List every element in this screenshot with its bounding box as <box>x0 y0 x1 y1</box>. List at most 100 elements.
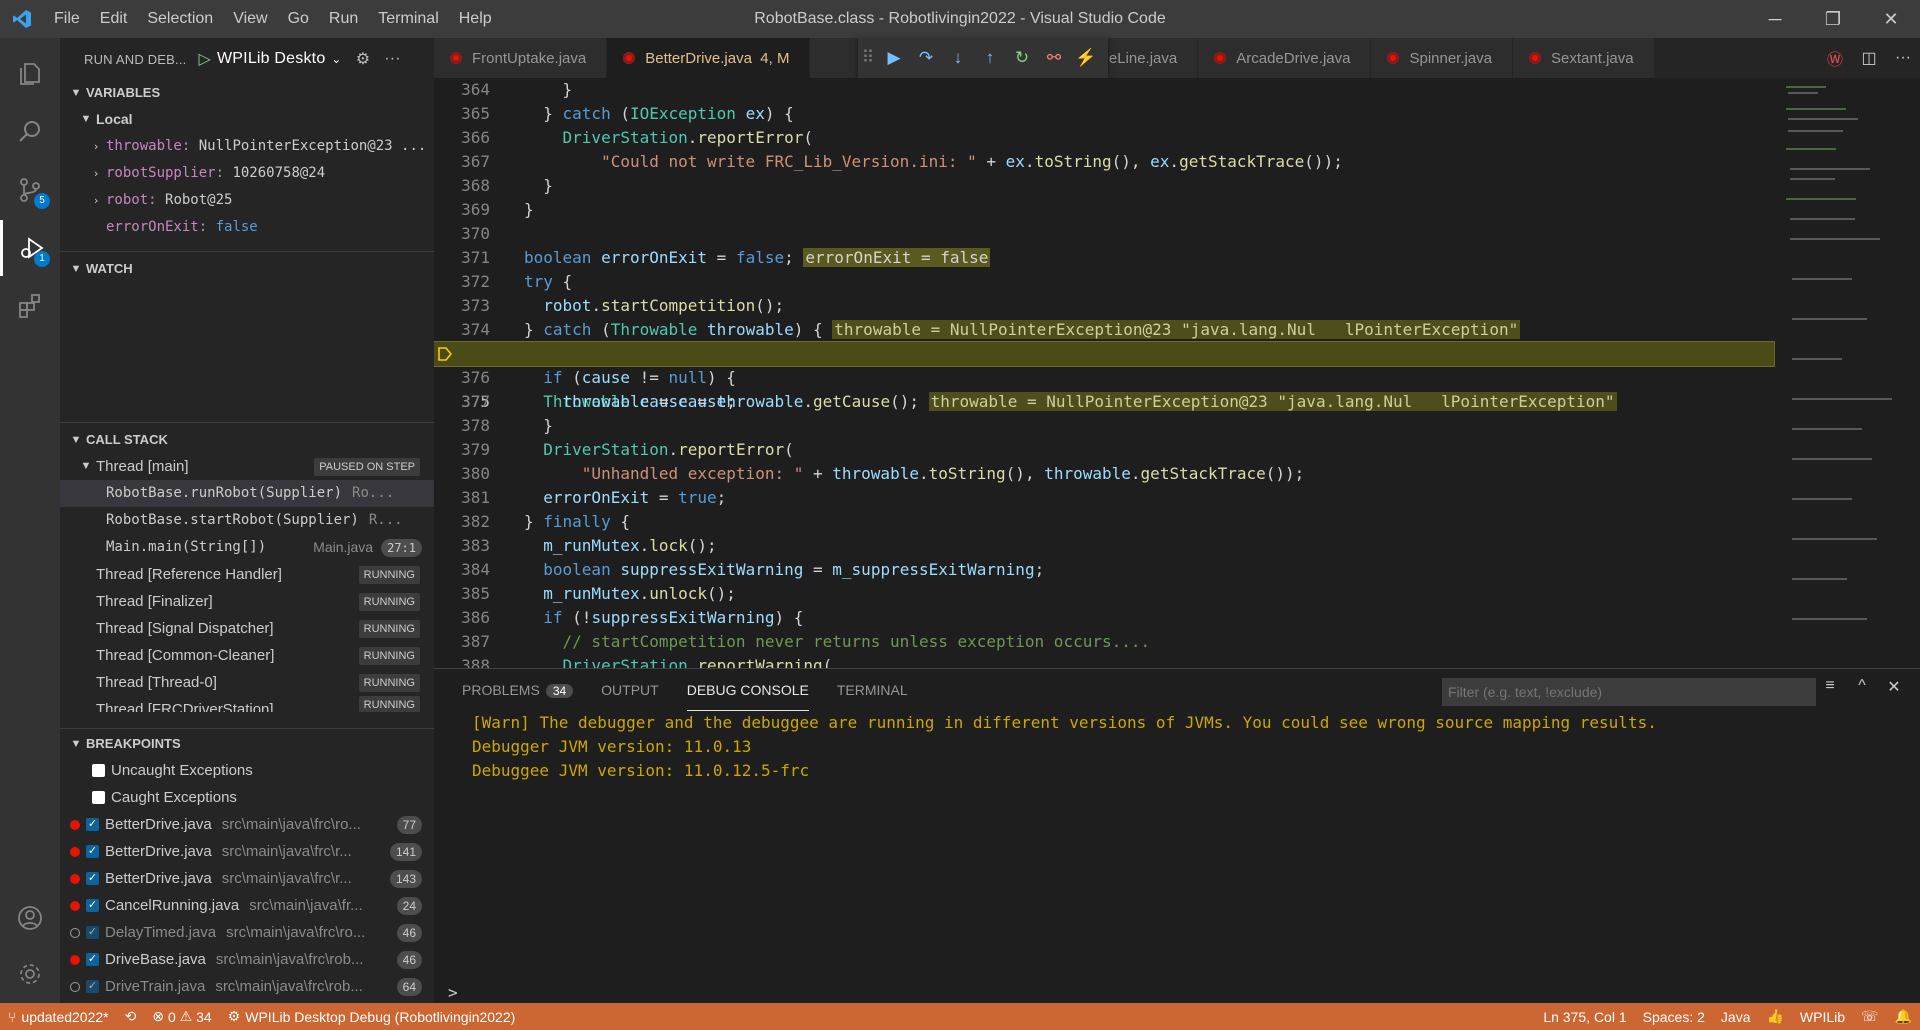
drag-handle-icon[interactable]: ⠿ <box>858 48 878 68</box>
menu-view[interactable]: View <box>223 10 277 28</box>
breakpoint-item[interactable]: ✓ BetterDrive.java src\main\java\frc\r... 1… <box>60 838 434 865</box>
feedback-icon[interactable]: 👍 <box>1766 1008 1783 1025</box>
console-prompt[interactable]: > <box>448 983 458 1002</box>
start-debug-icon[interactable]: ▷ <box>198 49 211 69</box>
variable-robot[interactable]: › robot: Robot@25 <box>60 187 434 214</box>
stack-frame[interactable]: Main.main(String[]) Main.java 27:1 <box>60 534 434 561</box>
checkbox[interactable]: ✓ <box>86 872 99 885</box>
cursor-position[interactable]: Ln 375, Col 1 <box>1543 1008 1626 1025</box>
thread-item[interactable]: Thread [Common-Cleaner] RUNNING <box>60 642 434 669</box>
breakpoints-header[interactable]: ▼ BREAKPOINTS <box>60 731 434 757</box>
gear-icon[interactable]: ⚙ <box>356 49 371 69</box>
breakpoint-item[interactable]: ✓ DelayTimed.java src\main\java\frc\ro... 4… <box>60 919 434 946</box>
source-control-icon[interactable]: 5 <box>0 162 60 218</box>
chevron-right-icon: › <box>92 140 100 153</box>
accounts-icon[interactable]: ☏ <box>1861 1008 1879 1025</box>
indentation[interactable]: Spaces: 2 <box>1643 1008 1705 1025</box>
menu-help[interactable]: Help <box>449 10 502 28</box>
tab-arcadedrive[interactable]: ArcadeDrive.java <box>1198 38 1372 78</box>
hot-code-replace-icon[interactable]: ⚡ <box>1070 48 1102 68</box>
menu-terminal[interactable]: Terminal <box>368 10 448 28</box>
explorer-icon[interactable] <box>0 46 60 102</box>
watch-header[interactable]: ▼ WATCH <box>60 256 434 282</box>
checkbox[interactable]: ✓ <box>86 899 99 912</box>
close-button[interactable]: ✕ <box>1862 0 1920 38</box>
notifications-bell-icon[interactable]: 🔔 <box>1895 1008 1912 1025</box>
menu-edit[interactable]: Edit <box>90 10 138 28</box>
tab-output[interactable]: OUTPUT <box>601 669 659 711</box>
checkbox[interactable] <box>92 764 105 777</box>
minimap[interactable] <box>1780 78 1904 668</box>
caught-exceptions-toggle[interactable]: Caught Exceptions <box>60 784 434 811</box>
menu-file[interactable]: File <box>44 10 90 28</box>
account-icon[interactable] <box>0 890 60 946</box>
close-panel-icon[interactable]: ✕ <box>1878 677 1910 697</box>
run-debug-icon[interactable]: 1 <box>0 220 60 276</box>
settings-gear-icon[interactable] <box>0 946 60 1002</box>
maximize-panel-icon[interactable]: ^ <box>1846 677 1878 697</box>
problems-indicator[interactable]: ⊗ 0 ⚠ 34 <box>152 1008 211 1025</box>
thread-item[interactable]: Thread [Reference Handler] RUNNING <box>60 561 434 588</box>
tab-betterdrive[interactable]: BetterDrive.java 4, M <box>607 38 811 78</box>
menu-go[interactable]: Go <box>278 10 319 28</box>
checkbox[interactable]: ✓ <box>86 953 99 966</box>
current-stack-frame-icon <box>438 347 452 361</box>
debug-config-dropdown[interactable]: ▷ WPILib Deskto ⌄ <box>198 49 341 69</box>
tab-terminal[interactable]: TERMINAL <box>837 669 908 711</box>
continue-icon[interactable]: ▶ <box>878 48 910 68</box>
tab-spinner[interactable]: Spinner.java <box>1371 38 1514 78</box>
disconnect-icon[interactable]: ⚯ <box>1038 48 1070 68</box>
search-icon[interactable] <box>0 104 60 160</box>
checkbox[interactable]: ✓ <box>86 818 99 831</box>
branch-indicator[interactable]: ⑂ updated2022* <box>8 1009 109 1025</box>
checkbox[interactable] <box>92 791 105 804</box>
wpilib-status[interactable]: WPILib <box>1800 1008 1845 1025</box>
checkbox[interactable]: ✓ <box>86 845 99 858</box>
breakpoint-item[interactable]: ✓ CancelRunning.java src\main\java\fr... 24 <box>60 892 434 919</box>
call-stack-header[interactable]: ▼ CALL STACK <box>60 427 434 453</box>
checkbox[interactable]: ✓ <box>86 926 99 939</box>
local-scope[interactable]: ▼ Local <box>60 106 434 133</box>
menu-run[interactable]: Run <box>319 10 368 28</box>
language-mode[interactable]: Java <box>1721 1008 1751 1025</box>
extensions-icon[interactable] <box>0 278 60 334</box>
tab-problems[interactable]: PROBLEMS 34 <box>462 669 574 711</box>
thread-item[interactable]: Thread [Finalizer] RUNNING <box>60 588 434 615</box>
stack-frame[interactable]: RobotBase.startRobot(Supplier) R... <box>60 507 434 534</box>
breakpoint-item[interactable]: ✓ DriveBase.java src\main\java\frc\rob... 4… <box>60 946 434 973</box>
minimize-button[interactable]: ─ <box>1746 0 1804 38</box>
sync-icon[interactable]: ⟲ <box>125 1008 137 1025</box>
breakpoint-item[interactable]: ✓ BetterDrive.java src\main\java\frc\r... 1… <box>60 865 434 892</box>
split-editor-icon[interactable]: ◫ <box>1852 48 1886 68</box>
more-actions-icon[interactable]: ··· <box>1886 49 1920 67</box>
uncaught-exceptions-toggle[interactable]: Uncaught Exceptions <box>60 757 434 784</box>
restart-icon[interactable]: ↻ <box>1006 48 1038 68</box>
stack-frame[interactable]: RobotBase.runRobot(Supplier) Ro... <box>60 480 434 507</box>
maximize-button[interactable]: ❐ <box>1804 0 1862 38</box>
thread-main[interactable]: ▼ Thread [main] PAUSED ON STEP <box>60 453 434 480</box>
clear-console-icon[interactable]: ≡ <box>1814 677 1846 697</box>
variable-erroronexit[interactable]: errorOnExit: false <box>60 214 434 241</box>
variables-header[interactable]: ▼ VARIABLES <box>60 80 434 106</box>
error-icon <box>1387 52 1400 64</box>
tab-frontuptake[interactable]: FrontUptake.java <box>434 38 608 78</box>
debug-session[interactable]: ⚙ WPILib Desktop Debug (Robotlivingin2022… <box>228 1008 516 1025</box>
breakpoint-item[interactable]: ✓ BetterDrive.java src\main\java\frc\ro...… <box>60 811 434 838</box>
thread-item[interactable]: Thread [Thread-0] RUNNING <box>60 669 434 696</box>
thread-item[interactable]: Thread [FRCDriverStation] RUNNING <box>60 696 434 712</box>
tab-sextant[interactable]: Sextant.java <box>1513 38 1655 78</box>
step-over-icon[interactable]: ↷ <box>910 48 942 68</box>
more-actions-icon[interactable]: ··· <box>384 50 401 68</box>
console-filter-input[interactable] <box>1442 678 1816 706</box>
step-out-icon[interactable]: ↑ <box>974 48 1006 68</box>
step-into-icon[interactable]: ↓ <box>942 48 974 68</box>
checkbox[interactable]: ✓ <box>86 980 99 993</box>
breakpoint-item[interactable]: ✓ DriveTrain.java src\main\java\frc\rob...… <box>60 973 434 1000</box>
tab-debug-console[interactable]: DEBUG CONSOLE <box>686 669 809 711</box>
thread-item[interactable]: Thread [Signal Dispatcher] RUNNING <box>60 615 434 642</box>
menu-selection[interactable]: Selection <box>137 10 223 28</box>
variable-robotsupplier[interactable]: › robotSupplier: 10260758@24 <box>60 160 434 187</box>
code-editor[interactable]: 364 } 365 } catch (IOException ex) { 366… <box>434 78 1920 668</box>
variable-throwable[interactable]: › throwable: NullPointerException@23 ... <box>60 133 434 160</box>
wpilib-icon[interactable]: Ⓦ <box>1818 46 1852 70</box>
